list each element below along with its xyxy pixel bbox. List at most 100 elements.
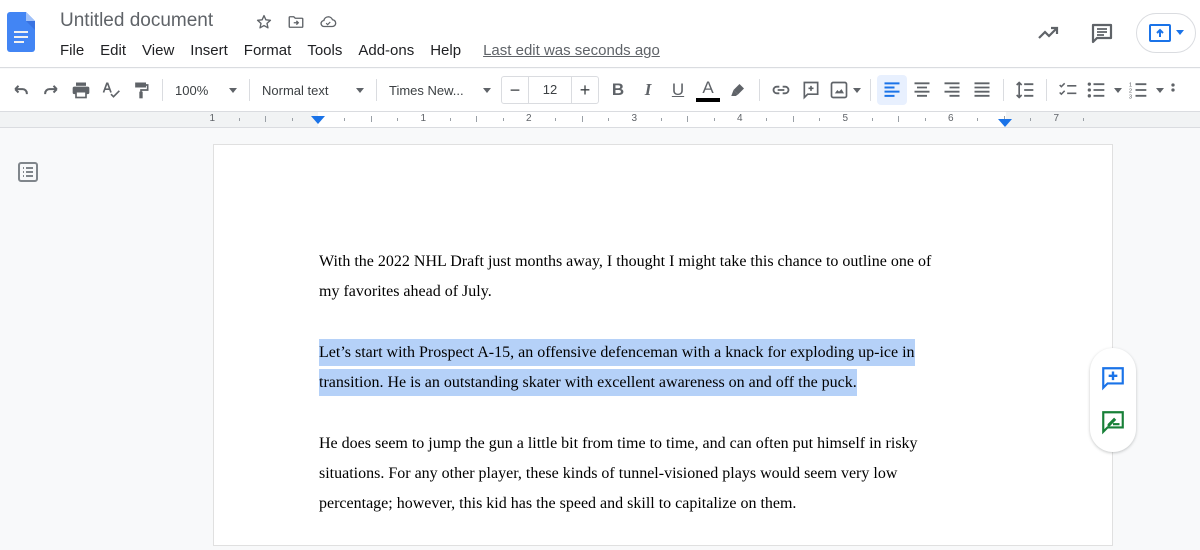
- move-to-folder-icon[interactable]: [286, 12, 306, 32]
- menu-format[interactable]: Format: [236, 42, 300, 59]
- text-run: my favorites ahead of July.: [319, 283, 492, 300]
- selected-paragraph[interactable]: Let’s start with Prospect A-15, an offen…: [319, 338, 999, 398]
- activity-trend-icon[interactable]: [1028, 13, 1068, 53]
- add-comment-icon[interactable]: [1099, 364, 1127, 392]
- document-body[interactable]: With the 2022 NHL Draft just months away…: [319, 247, 999, 550]
- ruler-tick: [898, 116, 900, 122]
- suggest-edits-icon[interactable]: [1099, 408, 1127, 436]
- paint-format-button[interactable]: [126, 75, 156, 105]
- link-icon: [772, 85, 790, 95]
- chevron-down-icon: [1156, 87, 1164, 93]
- star-icon[interactable]: [254, 12, 274, 32]
- ruler-tick: [291, 118, 293, 121]
- menu-file[interactable]: File: [52, 42, 92, 59]
- print-button[interactable]: [66, 75, 96, 105]
- font-family-select[interactable]: Times New...: [383, 75, 497, 105]
- horizontal-ruler[interactable]: 1 1 2 3 4 5 6 7: [0, 111, 1200, 128]
- menu-add-ons[interactable]: Add-ons: [350, 42, 422, 59]
- ruler-tick: [766, 118, 768, 121]
- redo-button[interactable]: [36, 75, 66, 105]
- italic-button[interactable]: I: [633, 75, 663, 105]
- present-button[interactable]: [1136, 12, 1196, 53]
- line-spacing-button[interactable]: [1010, 75, 1040, 105]
- paragraph[interactable]: With the 2022 NHL Draft just months away…: [319, 247, 999, 307]
- menu-view[interactable]: View: [134, 42, 182, 59]
- underline-button[interactable]: U: [663, 75, 693, 105]
- text-line[interactable]: With the 2022 NHL Draft just months away…: [319, 247, 999, 277]
- toolbar-divider: [1046, 79, 1047, 101]
- app-header: Untitled document File Edit View Insert …: [0, 0, 1200, 68]
- comments-icon[interactable]: [1082, 13, 1122, 53]
- document-page[interactable]: With the 2022 NHL Draft just months away…: [214, 145, 1112, 545]
- toolbar-divider: [376, 79, 377, 101]
- spellcheck-button[interactable]: [96, 75, 126, 105]
- checklist-button[interactable]: [1053, 75, 1083, 105]
- print-icon: [72, 82, 90, 99]
- numbered-list-icon: 123: [1129, 83, 1147, 100]
- bulleted-list-icon: [1087, 82, 1105, 98]
- ruler-tick: [687, 116, 689, 122]
- cloud-saved-icon[interactable]: [318, 12, 338, 32]
- align-left-button[interactable]: [877, 75, 907, 105]
- last-edit-link[interactable]: Last edit was seconds ago: [483, 42, 660, 59]
- menu-insert[interactable]: Insert: [182, 42, 236, 59]
- increase-font-size-button[interactable]: +: [572, 77, 598, 103]
- insert-link-button[interactable]: [766, 75, 796, 105]
- ruler-page-area: 1 1 2 3 4 5 6 7: [210, 112, 1112, 127]
- ruler-tick: [713, 118, 715, 121]
- text-line[interactable]: percentage; however, this kid has the sp…: [319, 489, 999, 519]
- document-title[interactable]: Untitled document: [60, 10, 213, 32]
- highlighter-icon: [731, 84, 744, 96]
- align-center-button[interactable]: [907, 75, 937, 105]
- insert-image-button[interactable]: [826, 75, 864, 105]
- align-right-button[interactable]: [937, 75, 967, 105]
- text-line[interactable]: Let’s start with Prospect A-15, an offen…: [319, 338, 999, 368]
- text-line[interactable]: transition. He is an outstanding skater …: [319, 368, 999, 398]
- more-options-button[interactable]: [1167, 75, 1179, 105]
- ruler-tick: [397, 118, 399, 121]
- menu-edit[interactable]: Edit: [92, 42, 134, 59]
- ruler-tick: [819, 118, 821, 121]
- font-size-input[interactable]: 12: [528, 77, 572, 103]
- zoom-select[interactable]: 100%: [169, 75, 243, 105]
- text-line[interactable]: He does seem to jump the gun a little bi…: [319, 429, 999, 459]
- docs-logo-icon[interactable]: [7, 12, 35, 52]
- ruler-label: 1: [209, 113, 216, 124]
- left-indent-marker[interactable]: [311, 116, 325, 124]
- toolbar-divider: [162, 79, 163, 101]
- outline-icon: [18, 162, 38, 182]
- ruler-tick: [1082, 118, 1084, 121]
- text-line[interactable]: my favorites ahead of July.: [319, 277, 999, 307]
- decrease-font-size-button[interactable]: −: [502, 77, 528, 103]
- ruler-tick: [476, 116, 478, 122]
- numbered-list-button[interactable]: 123: [1125, 75, 1167, 105]
- ruler-label: 1: [420, 113, 427, 124]
- align-center-icon: [914, 82, 930, 97]
- text-color-button[interactable]: A: [693, 75, 723, 105]
- undo-button[interactable]: [6, 75, 36, 105]
- formatting-toolbar: 100% Normal text Times New... − 12 + B I…: [0, 69, 1200, 111]
- present-icon: [1149, 23, 1171, 42]
- svg-text:3: 3: [1129, 94, 1132, 100]
- align-left-icon: [884, 82, 900, 97]
- right-indent-marker[interactable]: [998, 119, 1012, 127]
- bulleted-list-button[interactable]: [1083, 75, 1125, 105]
- menu-tools[interactable]: Tools: [299, 42, 350, 59]
- ruler-tick: [581, 116, 583, 122]
- add-comment-toolbar-button[interactable]: [796, 75, 826, 105]
- highlight-color-button[interactable]: [723, 75, 753, 105]
- paragraph[interactable]: He does seem to jump the gun a little bi…: [319, 429, 999, 519]
- justify-button[interactable]: [967, 75, 997, 105]
- toolbar-divider: [759, 79, 760, 101]
- chevron-down-icon: [853, 87, 861, 93]
- bold-button[interactable]: B: [603, 75, 633, 105]
- image-icon: [830, 81, 848, 99]
- ruler-tick: [502, 118, 504, 121]
- document-outline-button[interactable]: [16, 160, 40, 184]
- spellcheck-icon: [102, 82, 120, 98]
- text-line[interactable]: situations. For any other player, these …: [319, 459, 999, 489]
- ruler-tick: [977, 118, 979, 121]
- menu-help[interactable]: Help: [422, 42, 469, 59]
- present-dropdown-caret-icon[interactable]: [1176, 30, 1184, 35]
- paragraph-style-select[interactable]: Normal text: [256, 75, 370, 105]
